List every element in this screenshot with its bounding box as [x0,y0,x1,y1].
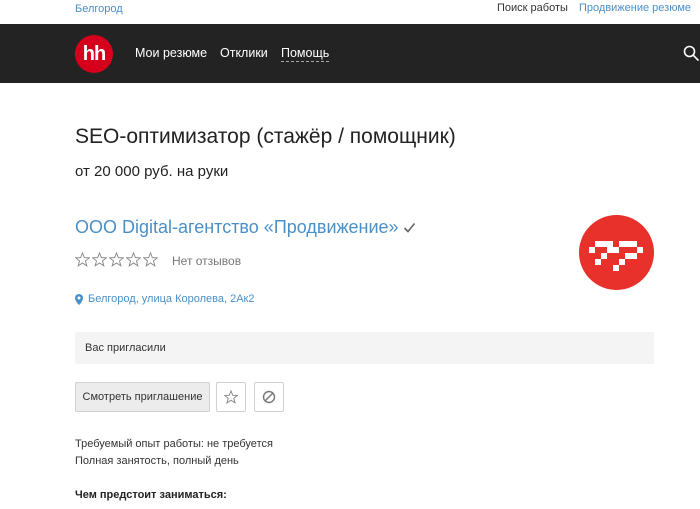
city-selector[interactable]: Белгород [75,3,123,15]
nav-responses[interactable]: Отклики [220,46,268,60]
invite-status-box: Вас пригласили [75,332,654,364]
promote-resume-link[interactable]: Продвижение резюме [579,2,691,14]
reviews-count[interactable]: Нет отзывов [172,254,241,268]
experience-requirement: Требуемый опыт работы: не требуется [75,438,273,450]
company-logo-mark [589,241,643,271]
star-icon[interactable] [75,252,90,267]
add-to-favorites-button[interactable] [216,382,246,412]
star-icon[interactable] [143,252,158,267]
hh-logo[interactable]: hh [75,35,113,73]
employment-type: Полная занятость, полный день [75,455,239,467]
map-pin-icon [75,293,83,305]
check-icon [403,222,416,233]
company-logo[interactable] [579,215,654,290]
rating-stars [75,252,158,267]
main-navbar: hh Мои резюме Отклики Помощь [0,24,700,83]
block-icon [262,390,276,404]
company-name-link[interactable]: ООО Digital-агентство «Продвижение» [75,217,399,238]
vacancy-title: SEO-оптимизатор (стажёр / помощник) [75,125,456,148]
view-invitation-button[interactable]: Смотреть приглашение [75,382,210,412]
star-icon[interactable] [92,252,107,267]
search-icon[interactable] [683,45,699,61]
top-bar: Белгород Поиск работы Продвижение резюме [0,0,700,22]
duties-heading: Чем предстоит заниматься: [75,489,227,501]
company-address-link[interactable]: Белгород, улица Королева, 2Ак2 [75,293,255,305]
nav-my-resumes[interactable]: Мои резюме [135,46,207,60]
hide-vacancy-button[interactable] [254,382,284,412]
vacancy-salary: от 20 000 руб. на руки [75,163,229,180]
nav-help[interactable]: Помощь [281,46,330,62]
find-job-link[interactable]: Поиск работы [497,2,568,14]
star-icon[interactable] [109,252,124,267]
address-text: Белгород, улица Королева, 2Ак2 [88,293,255,305]
invite-status-text: Вас пригласили [85,342,166,354]
star-icon[interactable] [126,252,141,267]
star-icon [224,390,238,404]
